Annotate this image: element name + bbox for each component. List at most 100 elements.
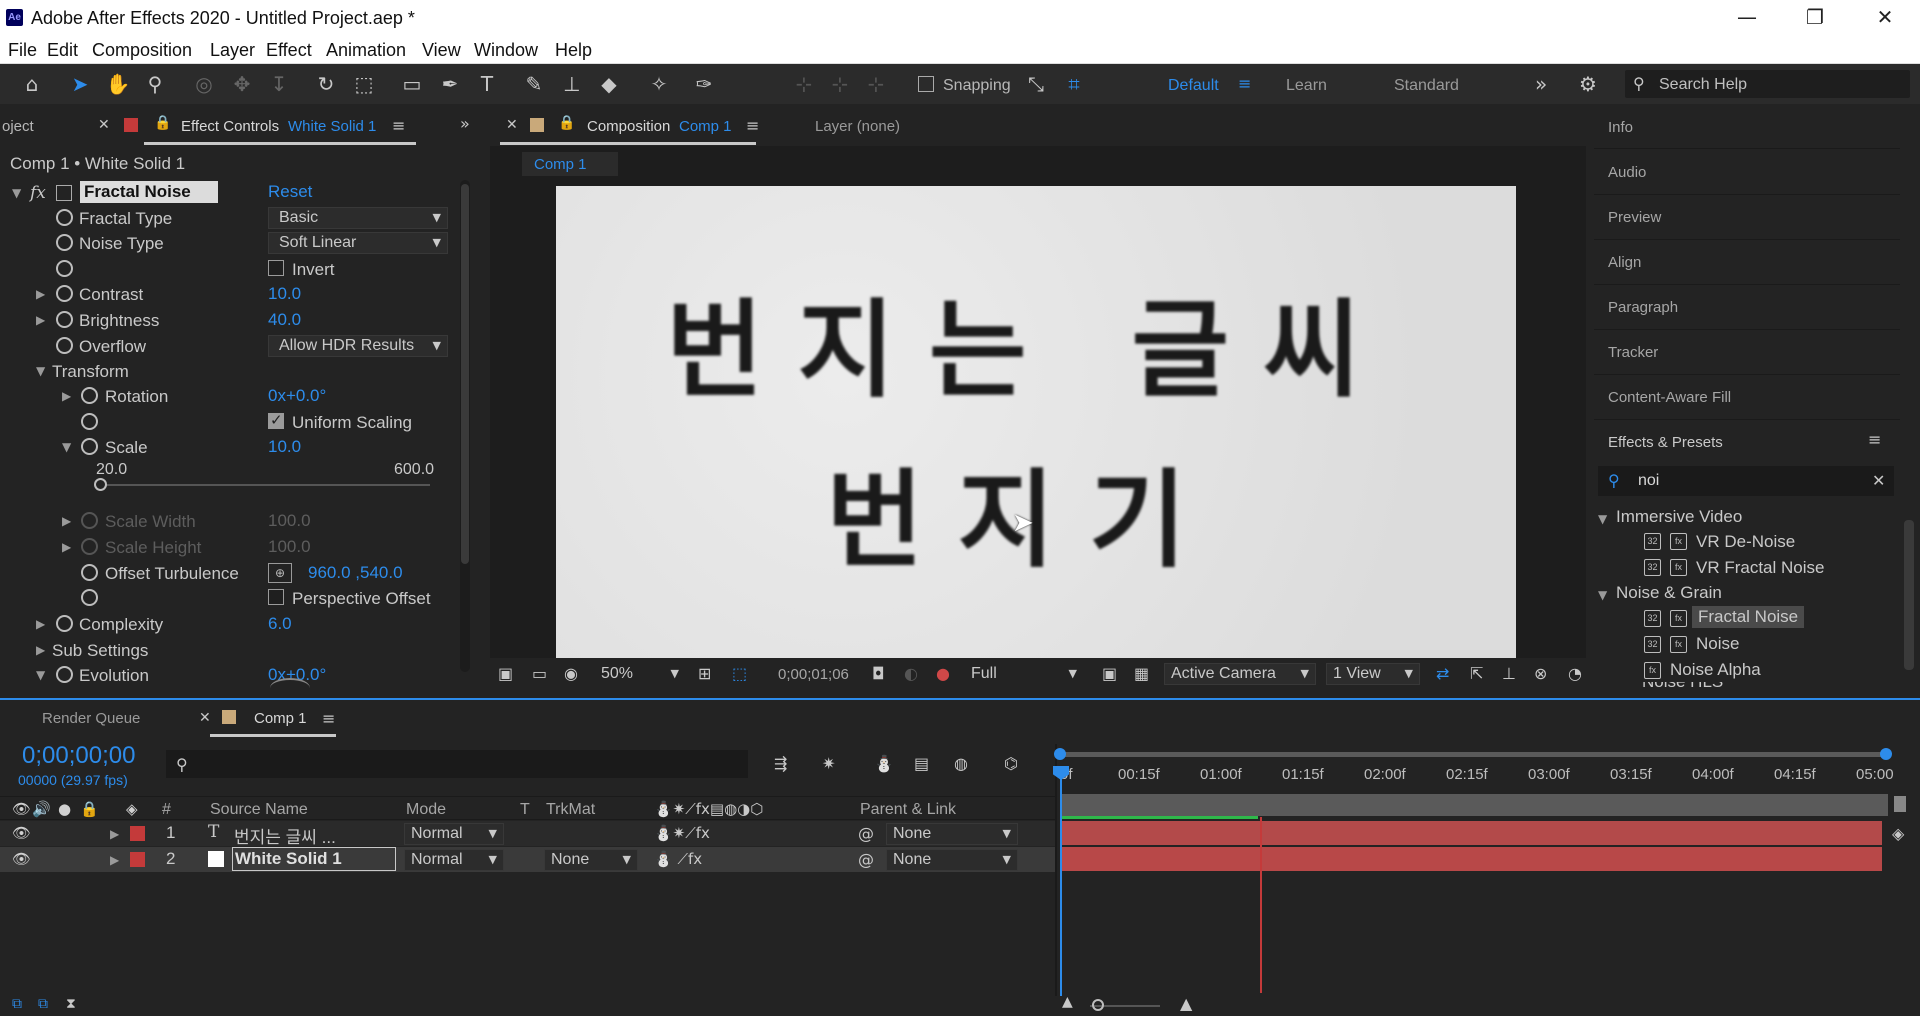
effect-noise-alpha[interactable]: Noise Alpha (1670, 660, 1761, 680)
graph-editor-icon[interactable]: ⌬ (1004, 754, 1018, 773)
hand-tool-icon[interactable]: ✋ (104, 70, 132, 98)
brush-tool-icon[interactable]: ✎ (520, 70, 548, 98)
zoom-dropdown[interactable]: 50% ▼ (594, 663, 686, 685)
parent-dropdown[interactable]: None ▼ (886, 849, 1018, 871)
layer-name-editing[interactable]: White Solid 1 (232, 847, 396, 871)
fast-preview-icon[interactable]: ⇱ (1470, 664, 1483, 683)
chevron-down-icon[interactable]: ▼ (62, 440, 71, 454)
comp-subtab[interactable]: Comp 1 (522, 152, 618, 176)
chevron-right-icon[interactable]: ▶ (110, 853, 119, 867)
chevron-right-icon[interactable]: ▶ (36, 287, 45, 301)
playhead[interactable] (1060, 770, 1062, 996)
stopwatch-icon[interactable] (56, 666, 73, 683)
audio-icon[interactable]: 🔊 (32, 800, 51, 818)
panel-menu-icon[interactable]: ≡ (392, 116, 405, 135)
rotate-tool-icon[interactable]: ↻ (312, 70, 340, 98)
effects-presets-title[interactable]: Effects & Presets (1608, 434, 1723, 451)
timeline-icon[interactable]: ⊥ (1502, 664, 1516, 683)
invert-checkbox[interactable] (268, 260, 284, 276)
minimize-button[interactable]: — (1712, 2, 1782, 34)
label-icon[interactable]: ◈ (126, 800, 138, 818)
overflow-dropdown[interactable]: Allow HDR Results ▼ (268, 335, 448, 357)
chevron-down-icon[interactable]: ▼ (12, 186, 21, 200)
effects-search-field[interactable]: ⚲ noi ✕ (1598, 466, 1894, 496)
workspace-default[interactable]: Default (1168, 77, 1219, 95)
stopwatch-icon[interactable] (56, 260, 73, 277)
group-immersive-video[interactable]: Immersive Video (1616, 507, 1742, 527)
stopwatch-icon[interactable] (56, 337, 73, 354)
lock-icon[interactable]: 🔒 (80, 800, 99, 818)
view-axis-icon[interactable]: ⊹ (862, 70, 890, 98)
panel-audio[interactable]: Audio (1608, 164, 1646, 181)
blend-mode-dropdown[interactable]: Normal ▼ (404, 823, 504, 845)
layer-row[interactable]: 👁 ▶ 2 White Solid 1 Normal ▼ None ▼ ⛄ ⟋fx … (0, 847, 1055, 872)
region-of-interest-icon[interactable]: ⬚ (732, 664, 747, 683)
eraser-tool-icon[interactable]: ◆ (595, 70, 623, 98)
stopwatch-icon[interactable] (81, 438, 98, 455)
tab-composition[interactable]: Composition (587, 118, 670, 135)
comp-canvas[interactable]: 번지는 글씨 번지기 ➤ (556, 186, 1516, 661)
layer-switches[interactable]: ⛄✷⟋fx (654, 824, 710, 846)
panel-menu-icon[interactable]: ≡ (1868, 430, 1881, 449)
rotation-value[interactable]: 0x+0.0° (268, 386, 326, 406)
resolution-dropdown[interactable]: Full ▼ (964, 663, 1084, 685)
menu-composition[interactable]: Composition (92, 40, 192, 61)
blend-mode-dropdown[interactable]: Normal ▼ (404, 849, 504, 871)
comp-marker-bin[interactable] (1894, 796, 1906, 812)
stopwatch-icon[interactable] (81, 413, 98, 430)
effect-vr-de-noise[interactable]: VR De-Noise (1696, 532, 1795, 552)
always-preview-icon[interactable]: ▣ (498, 664, 513, 683)
search-help-field[interactable]: ⚲ Search Help (1625, 70, 1910, 98)
close-tab-icon[interactable]: ✕ (98, 117, 110, 133)
panel-collapse-icon[interactable]: » (460, 114, 470, 133)
roto-brush-tool-icon[interactable]: ✧ (645, 70, 673, 98)
tab-project[interactable]: oject (2, 118, 34, 135)
lock-icon[interactable]: 🔒 (558, 115, 575, 131)
timeline-search-field[interactable]: ⚲ (166, 750, 748, 778)
camera-dropdown[interactable]: Active Camera ▼ (1164, 663, 1316, 685)
home-icon[interactable]: ⌂ (18, 70, 46, 98)
current-time-readout[interactable]: 0;00;01;06 (778, 666, 849, 683)
chevron-right-icon[interactable]: ▶ (36, 643, 45, 657)
chevron-right-icon[interactable]: ▶ (36, 313, 45, 327)
crosshair-icon[interactable]: ⊕ (268, 563, 292, 583)
layer-2-duration-bar[interactable] (1062, 847, 1882, 871)
panel-settings-icon[interactable]: ⚙ (1574, 70, 1602, 98)
exposure-icon[interactable]: ◔ (1568, 664, 1582, 683)
panel-paragraph[interactable]: Paragraph (1608, 299, 1678, 316)
solo-icon[interactable]: ● (58, 800, 71, 818)
navigator-end-handle[interactable] (1880, 748, 1892, 760)
stopwatch-icon[interactable] (56, 311, 73, 328)
complexity-value[interactable]: 6.0 (268, 614, 292, 634)
menu-help[interactable]: Help (555, 40, 592, 61)
fast-previews-icon[interactable]: ▣ (1102, 664, 1117, 683)
current-time-display[interactable]: 0;00;00;00 (22, 742, 135, 770)
video-visibility-icon[interactable]: 👁 (12, 850, 31, 868)
video-visibility-icon[interactable]: 👁 (12, 800, 31, 818)
draft-3d-icon[interactable]: ✷ (822, 754, 835, 773)
snapping-checkbox[interactable] (918, 76, 934, 92)
fractal-type-dropdown[interactable]: Basic ▼ (268, 207, 448, 229)
effect-noise-hls[interactable]: Noise HLS (1642, 682, 1723, 690)
effect-vr-fractal-noise[interactable]: VR Fractal Noise (1696, 558, 1824, 578)
zoom-out-icon[interactable]: ▲ (1062, 994, 1073, 1010)
scale-value[interactable]: 10.0 (268, 437, 301, 457)
evolution-dial[interactable] (270, 678, 310, 698)
effect-fractal-noise[interactable]: Fractal Noise (1692, 606, 1805, 628)
navigator-start-handle[interactable] (1054, 748, 1066, 760)
time-ruler[interactable]: 0f 00:15f 01:00f 01:15f 02:00f 02:15f 03… (1058, 760, 1894, 794)
zoom-in-icon[interactable]: ▲ (1180, 994, 1192, 1013)
toggle-pixel-aspect-icon[interactable]: ⇄ (1436, 664, 1449, 683)
layer-label-color[interactable] (130, 826, 145, 841)
render-time-toggle-icon[interactable]: ⧗ (66, 996, 76, 1012)
pan-camera-icon[interactable]: ✥ (228, 70, 256, 98)
motion-blur-icon[interactable]: ◍ (954, 754, 968, 773)
dolly-camera-icon[interactable]: ↧ (265, 70, 293, 98)
menu-animation[interactable]: Animation (326, 40, 406, 61)
trkmat-dropdown[interactable]: None ▼ (544, 849, 638, 871)
panel-preview[interactable]: Preview (1608, 209, 1661, 226)
layer-name[interactable]: 번지는 글씨 ... (234, 823, 336, 848)
stopwatch-icon[interactable] (56, 209, 73, 226)
stopwatch-icon[interactable] (81, 387, 98, 404)
layer-label-color[interactable] (130, 852, 145, 867)
